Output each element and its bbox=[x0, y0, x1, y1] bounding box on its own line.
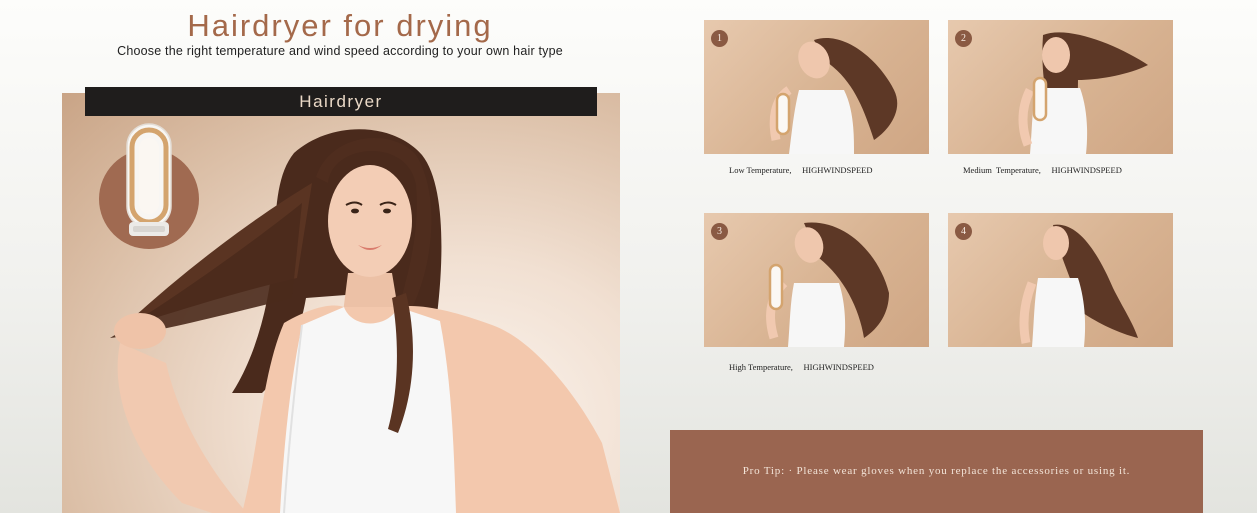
step-number: 4 bbox=[955, 223, 972, 240]
step-image-3: 3 bbox=[704, 213, 929, 347]
step-caption-1: Low Temperature, HIGHWINDSPEED bbox=[729, 165, 873, 175]
step-number: 2 bbox=[955, 30, 972, 47]
step-image-2: 2 bbox=[948, 20, 1173, 154]
step-caption-3: High Temperature, HIGHWINDSPEED bbox=[729, 362, 874, 372]
page-title: Hairdryer for drying bbox=[187, 8, 493, 43]
pro-tip-text: Pro Tip: · Please wear gloves when you r… bbox=[742, 465, 1131, 477]
hairdryer-product-icon bbox=[99, 123, 199, 249]
hero-title-bar: Hairdryer bbox=[85, 87, 597, 116]
page-subtitle: Choose the right temperature and wind sp… bbox=[117, 44, 563, 58]
step-image-1: 1 bbox=[704, 20, 929, 154]
step-caption-2: Medium Temperature, HIGHWINDSPEED bbox=[963, 165, 1122, 175]
step-number: 3 bbox=[711, 223, 728, 240]
pro-tip-box: Pro Tip: · Please wear gloves when you r… bbox=[670, 430, 1203, 513]
step-number: 1 bbox=[711, 30, 728, 47]
step-image-4: 4 bbox=[948, 213, 1173, 347]
